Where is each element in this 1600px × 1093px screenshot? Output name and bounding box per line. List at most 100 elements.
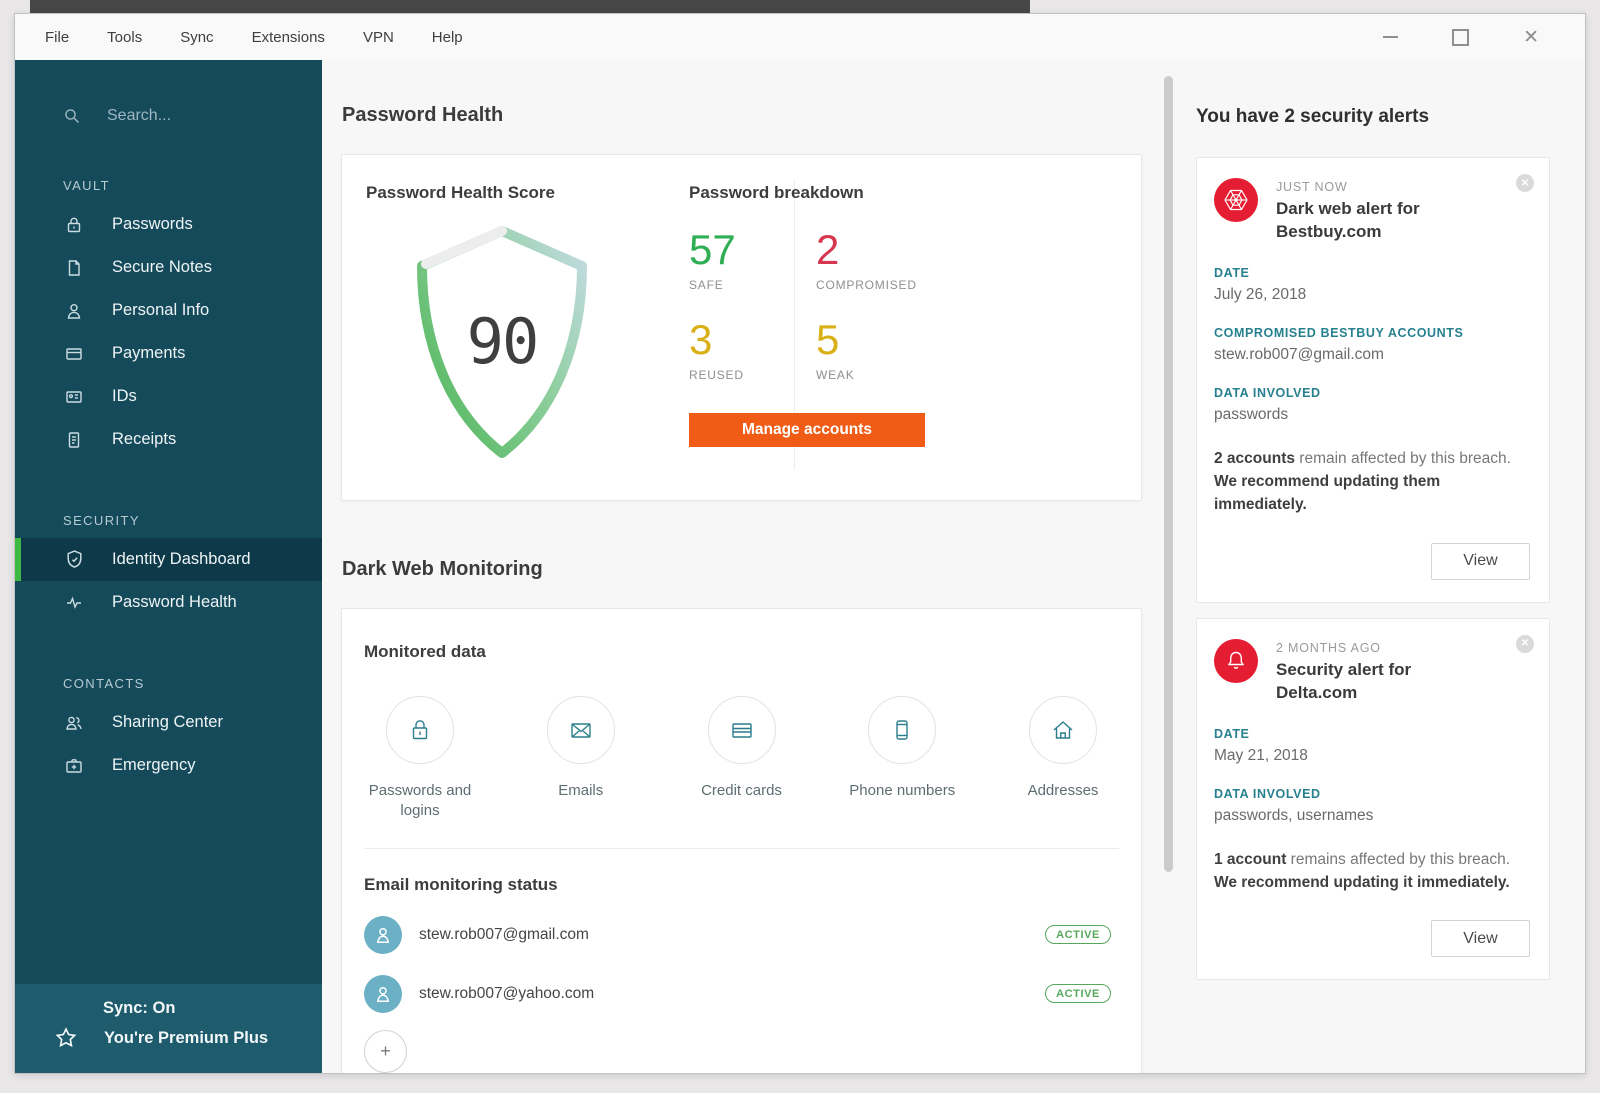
sidebar-item-label: Secure Notes (112, 258, 212, 277)
section-label-contacts: CONTACTS (15, 676, 322, 691)
star-icon (54, 1026, 79, 1051)
sidebar-item-payments[interactable]: Payments (15, 332, 322, 375)
sidebar-item-emergency[interactable]: Emergency (15, 744, 322, 787)
monitored-phone-numbers: Phone numbers (846, 696, 958, 822)
stat-safe: 57 SAFE (689, 229, 816, 292)
view-button[interactable]: View (1431, 920, 1530, 957)
breakdown-title: Password breakdown (689, 183, 925, 203)
menu-file[interactable]: File (45, 29, 69, 46)
alert-description: 1 account remains affected by this breac… (1214, 848, 1520, 895)
search-icon (63, 107, 81, 125)
sidebar-item-passwords[interactable]: Passwords (15, 203, 322, 246)
monitored-data-row: Passwords and logins Emails (364, 696, 1119, 822)
alert-card-bestbuy: JUST NOW Dark web alert forBestbuy.com ✕… (1196, 157, 1550, 603)
manage-accounts-button[interactable]: Manage accounts (689, 413, 925, 447)
monitored-data-title: Monitored data (364, 642, 1119, 662)
plan-row: You're Premium Plus (54, 1026, 322, 1051)
app-window: File Tools Sync Extensions VPN Help ✕ (14, 13, 1586, 1074)
stat-compromised: 2 COMPROMISED (816, 229, 925, 292)
plan-label: You're Premium Plus (104, 1029, 268, 1048)
password-health-card: Password Health Score (341, 154, 1142, 501)
main-pane: Password Health Password Health Score (322, 60, 1166, 1073)
stat-value: 2 (816, 229, 925, 271)
alerts-panel: You have 2 security alerts (1166, 60, 1585, 1073)
credit-card-icon (63, 343, 85, 365)
email-address: stew.rob007@gmail.com (419, 926, 589, 944)
email-row: stew.rob007@yahoo.com ACTIVE (364, 975, 1119, 1013)
search-input[interactable] (105, 106, 269, 126)
date-label: DATE (1214, 266, 1533, 280)
pulse-icon (63, 592, 85, 614)
sidebar-item-personal-info[interactable]: Personal Info (15, 289, 322, 332)
section-label-vault: VAULT (15, 178, 322, 193)
sidebar-footer: Sync: On You're Premium Plus (15, 984, 322, 1073)
status-badge: ACTIVE (1045, 984, 1111, 1003)
password-breakdown-section: Password breakdown 57 SAFE 2 COMPROMISED (689, 183, 925, 447)
page-title: Password Health (342, 104, 1142, 127)
sidebar-item-label: Sharing Center (112, 713, 223, 732)
search-row (15, 60, 322, 126)
monitored-label: Addresses (1028, 781, 1099, 801)
stat-reused: 3 REUSED (689, 319, 816, 382)
data-involved-value: passwords (1214, 406, 1533, 424)
stat-label: WEAK (816, 368, 925, 382)
add-email-button[interactable]: + (364, 1030, 407, 1073)
menu-help[interactable]: Help (432, 29, 463, 46)
avatar (364, 975, 402, 1013)
shield-icon (63, 549, 85, 571)
envelope-icon (547, 696, 615, 764)
phone-icon (868, 696, 936, 764)
stat-value: 57 (689, 229, 816, 271)
menu-sync[interactable]: Sync (180, 29, 213, 46)
sidebar-item-identity-dashboard[interactable]: Identity Dashboard (15, 538, 322, 581)
sidebar-item-label: Password Health (112, 593, 237, 612)
data-involved-value: passwords, usernames (1214, 807, 1533, 825)
minimize-icon[interactable] (1383, 36, 1398, 38)
alert-time: JUST NOW (1276, 180, 1420, 194)
vertical-scrollbar[interactable] (1164, 76, 1173, 872)
sidebar-item-label: Payments (112, 344, 185, 363)
id-card-icon (63, 386, 85, 408)
breakdown-stats: 57 SAFE 2 COMPROMISED 3 REUSED (689, 229, 925, 382)
lock-icon (63, 214, 85, 236)
sidebar-item-receipts[interactable]: Receipts (15, 418, 322, 461)
alerts-heading: You have 2 security alerts (1196, 106, 1550, 128)
health-score-value: 90 (396, 305, 608, 378)
alert-title: Dark web alert forBestbuy.com (1276, 198, 1420, 244)
bell-icon (1214, 639, 1258, 683)
sidebar-item-password-health[interactable]: Password Health (15, 581, 322, 624)
monitored-label: Emails (558, 781, 603, 801)
date-label: DATE (1214, 727, 1533, 741)
dismiss-icon[interactable]: ✕ (1516, 174, 1534, 192)
health-score-shield: 90 (396, 217, 608, 469)
section-label-security: SECURITY (15, 513, 322, 528)
sidebar-item-sharing-center[interactable]: Sharing Center (15, 701, 322, 744)
maximize-icon[interactable] (1452, 29, 1469, 46)
view-button[interactable]: View (1431, 543, 1530, 580)
person-icon (63, 300, 85, 322)
sidebar-item-ids[interactable]: IDs (15, 375, 322, 418)
app-screen: File Tools Sync Extensions VPN Help ✕ (0, 0, 1600, 1093)
menu-vpn[interactable]: VPN (363, 29, 394, 46)
sync-status: Sync: On (103, 999, 322, 1018)
background-artifact (30, 0, 1030, 13)
sidebar-item-secure-notes[interactable]: Secure Notes (15, 246, 322, 289)
health-score-title: Password Health Score (366, 183, 608, 203)
receipt-icon (63, 429, 85, 451)
menu-bar: File Tools Sync Extensions VPN Help ✕ (15, 14, 1585, 61)
stat-weak: 5 WEAK (816, 319, 925, 382)
note-icon (63, 257, 85, 279)
monitored-label: Credit cards (701, 781, 782, 801)
lock-monitor-icon (386, 696, 454, 764)
sidebar: VAULT Passwords Secure Notes Personal In… (15, 60, 322, 1073)
health-score-section: Password Health Score (366, 183, 608, 469)
menu-extensions[interactable]: Extensions (252, 29, 325, 46)
close-icon[interactable]: ✕ (1523, 28, 1539, 47)
menu-tools[interactable]: Tools (107, 29, 142, 46)
dark-web-icon (1214, 178, 1258, 222)
dismiss-icon[interactable]: ✕ (1516, 635, 1534, 653)
compromised-accounts-label: COMPROMISED BESTBUY ACCOUNTS (1214, 326, 1533, 340)
sidebar-item-label: Personal Info (112, 301, 209, 320)
alert-head-text: JUST NOW Dark web alert forBestbuy.com (1276, 178, 1420, 244)
sidebar-item-label: Receipts (112, 430, 176, 449)
